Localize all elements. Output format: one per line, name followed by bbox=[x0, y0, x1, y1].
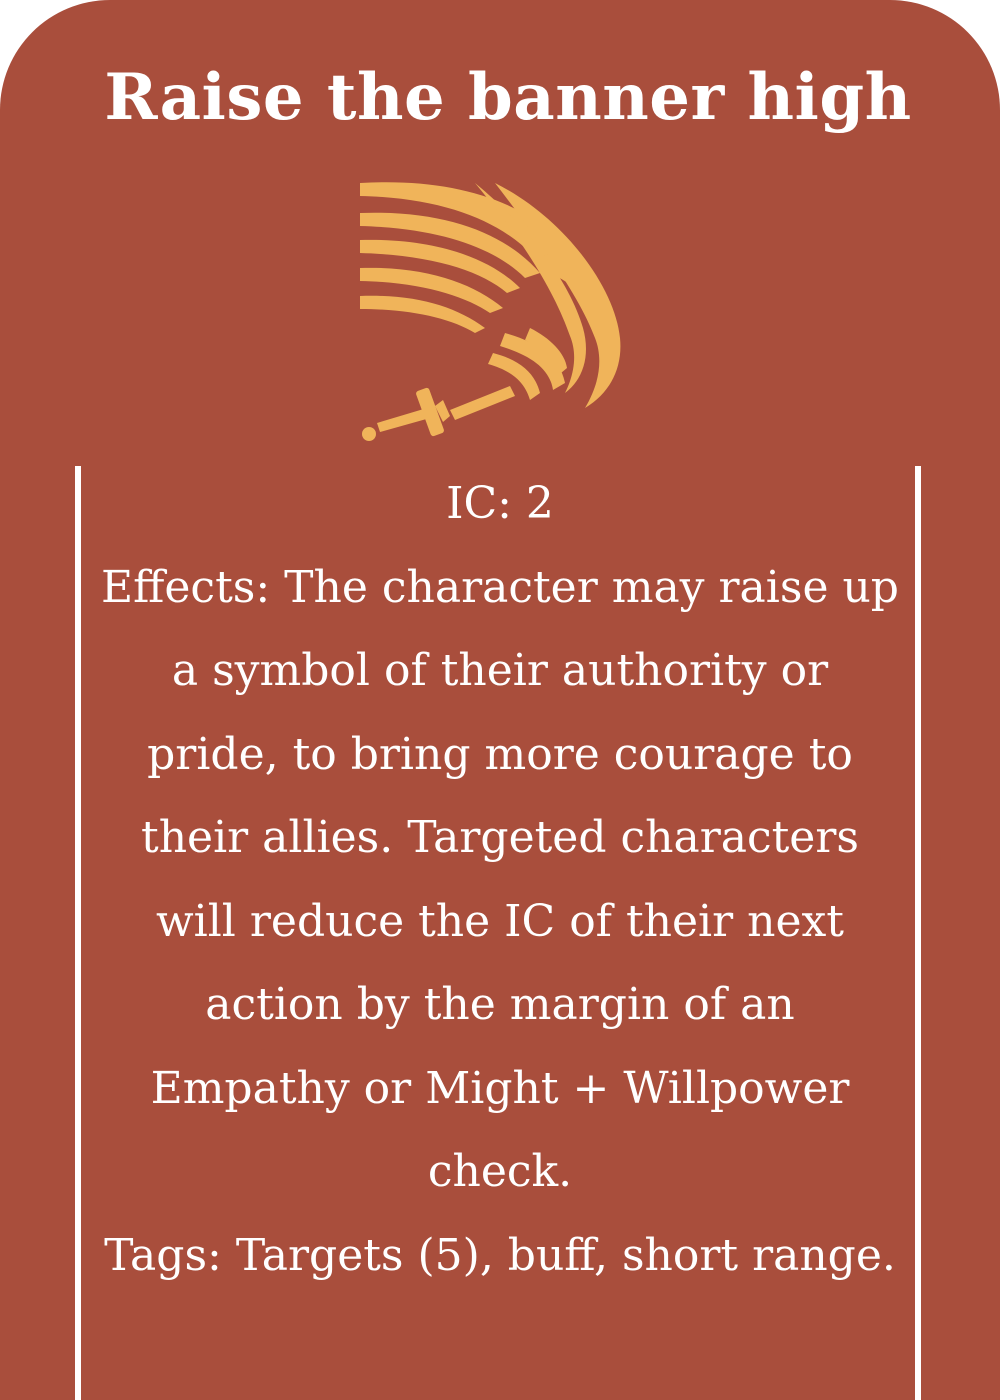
ability-card: Raise the banner high IC: 2 Effects: The… bbox=[0, 0, 1000, 1400]
ic-value: IC: 2 bbox=[446, 478, 554, 529]
waving-banner-icon bbox=[360, 182, 621, 441]
frame-left-border bbox=[75, 466, 81, 1400]
card-body: IC: 2 Effects: The character may raise u… bbox=[100, 462, 900, 1297]
frame-right-border bbox=[915, 466, 921, 1400]
tags-text: Tags: Targets (5), buff, short range. bbox=[104, 1229, 896, 1281]
effects-text: Effects: The character may raise up a sy… bbox=[101, 561, 899, 1198]
card-title: Raise the banner high bbox=[104, 60, 912, 135]
